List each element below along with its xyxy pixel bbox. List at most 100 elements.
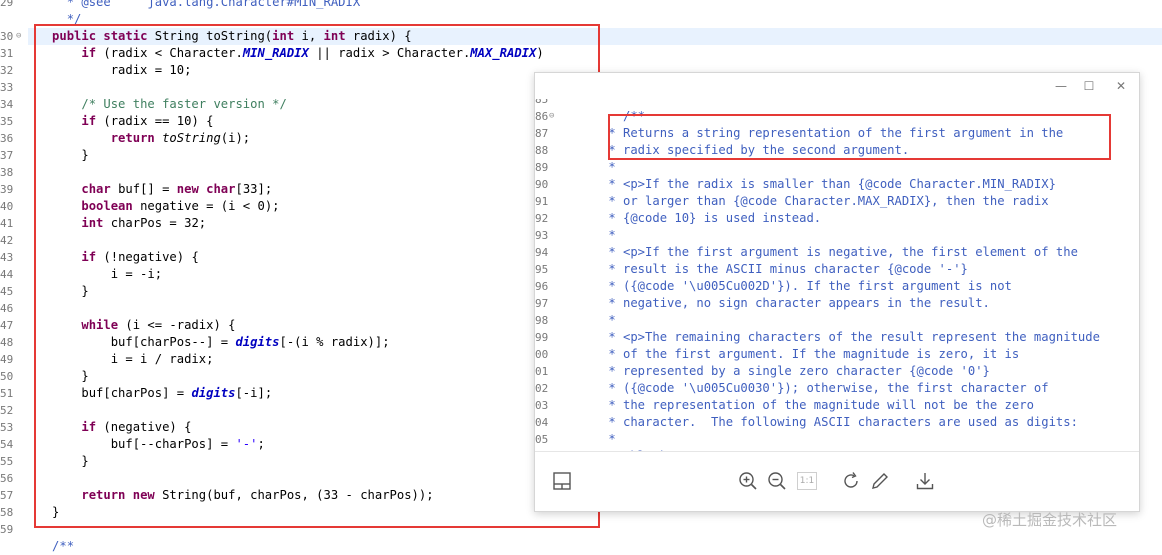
code-line: radix = 10; [30, 63, 192, 77]
edit-icon[interactable] [869, 470, 891, 492]
line-number: 30 [0, 30, 14, 43]
rotate-icon[interactable] [840, 470, 862, 492]
line-number: 34 [0, 98, 14, 111]
viewer-line-number: 85 [535, 99, 549, 106]
javadoc-line: * represented by a single zero character… [601, 364, 990, 378]
line-number: 56 [0, 472, 14, 485]
javadoc-line: * ({@code '\u005Cu0030'}); otherwise, th… [601, 381, 1049, 395]
viewer-fold-icon: ⊖ [549, 111, 555, 121]
line-number: 44 [0, 268, 14, 281]
line-number: 41 [0, 217, 14, 230]
code-line: /* Use the faster version */ [81, 97, 287, 111]
javadoc-line: * [601, 432, 616, 446]
viewer-line-number: 96 [535, 280, 549, 293]
code-line: return new String(buf, charPos, (33 - ch… [81, 488, 434, 502]
javadoc-line: * negative, no sign character appears in… [601, 296, 990, 310]
code-line: buf[charPos] = digits[-i]; [30, 386, 273, 400]
code-line: } [30, 505, 60, 519]
maximize-button[interactable]: ☐ [1079, 77, 1099, 95]
download-icon[interactable] [914, 470, 936, 492]
viewer-toolbar: 1:1 [535, 451, 1139, 511]
javadoc-line: * <p>If the radix is smaller than {@code… [601, 177, 1056, 191]
line-number: 40 [0, 200, 14, 213]
code-line: i = i / radix; [30, 352, 214, 366]
line-number: 37 [0, 149, 14, 162]
line-number: 47 [0, 319, 14, 332]
code-line: if (radix == 10) { [81, 114, 214, 128]
javadoc-line: * character. The following ASCII charact… [601, 415, 1078, 429]
code-line: } [30, 148, 89, 162]
code-line: buf[charPos--] = digits[-(i % radix)]; [30, 335, 390, 349]
viewer-line-number: 90 [535, 178, 549, 191]
viewer-line-number: 95 [535, 263, 549, 276]
viewer-line-number: 93 [535, 229, 549, 242]
code-line: buf[--charPos] = '-'; [30, 437, 265, 451]
line-number: 31 [0, 47, 14, 60]
line-number: 35 [0, 115, 14, 128]
javadoc-line: * <p>The remaining characters of the res… [601, 330, 1100, 344]
viewer-line-number: 03 [535, 399, 549, 412]
code-line: } [30, 369, 89, 383]
viewer-line-number: 00 [535, 348, 549, 361]
line-number: 32 [0, 64, 14, 77]
line-number: 48 [0, 336, 14, 349]
viewer-line-number: 94 [535, 246, 549, 259]
javadoc-line: * ({@code '\u005Cu002D'}). If the first … [601, 279, 1012, 293]
line-number: 57 [0, 489, 14, 502]
viewer-line-number: 87 [535, 127, 549, 140]
code-line: i = -i; [30, 267, 163, 281]
line-number: 38 [0, 166, 14, 179]
javadoc-line: * Returns a string representation of the… [601, 126, 1064, 140]
viewer-image-content: 85 86 ⊖ /** 87 * Returns a string represent… [535, 99, 1139, 451]
viewer-line-number: 92 [535, 212, 549, 225]
code-line: if (negative) { [81, 420, 192, 434]
line-number: 43 [0, 251, 14, 264]
code-line: boolean negative = (i < 0); [81, 199, 280, 213]
fold-toggle-icon[interactable]: ⊖ [16, 28, 21, 45]
viewer-line-number: 98 [535, 314, 549, 327]
code-line: return toString(i); [110, 131, 251, 145]
code-line: int charPos = 32; [81, 216, 207, 230]
code-line: if (radix < Character.MIN_RADIX || radix… [81, 46, 544, 60]
close-button[interactable]: ✕ [1111, 77, 1131, 95]
viewer-line-number: 02 [535, 382, 549, 395]
watermark: @稀土掘金技术社区 [982, 511, 1118, 529]
javadoc-line: * [601, 228, 616, 242]
line-number: 53 [0, 421, 14, 434]
minimize-button[interactable]: — [1051, 77, 1071, 95]
javadoc-line: * result is the ASCII minus character {@… [601, 262, 968, 276]
line-number [0, 11, 28, 28]
line-number: 36 [0, 132, 14, 145]
viewer-line-number: 99 [535, 331, 549, 344]
javadoc-line: * {@code 10} is used instead. [601, 211, 822, 225]
line-number: 51 [0, 387, 14, 400]
javadoc-line: * [601, 160, 616, 174]
code-line: if (!negative) { [81, 250, 199, 264]
code-line: while (i <= -radix) { [81, 318, 236, 332]
line-number: 59 [0, 523, 14, 536]
zoom-out-icon[interactable] [766, 470, 788, 492]
viewer-line-number: 88 [535, 144, 549, 157]
viewer-line-number: 91 [535, 195, 549, 208]
javadoc-line: /** [601, 109, 646, 123]
line-number-gutter: 29 30 ⊖ 31 32 33 34 35 36 37 38 39 40 41 42 43 44 45 46 47 4… [0, 0, 28, 547]
line-number: 29 [0, 0, 14, 9]
code-line: public static String toString(int i, int… [52, 29, 412, 43]
line-number: 42 [0, 234, 14, 247]
code-line: } [30, 454, 89, 468]
code-line: */ [66, 12, 82, 26]
line-number: 58 [0, 506, 14, 519]
viewer-line-number: 86 [535, 110, 549, 123]
line-number: 54 [0, 438, 14, 451]
actual-size-icon[interactable]: 1:1 [797, 472, 817, 490]
javadoc-line: * [601, 313, 616, 327]
layout-icon[interactable] [551, 470, 573, 492]
code-line: * @see java.lang.Character#MIN_RADIX [66, 0, 361, 9]
viewer-titlebar[interactable]: — ☐ ✕ [535, 73, 1139, 99]
javadoc-viewer-window[interactable]: — ☐ ✕ 85 86 ⊖ /** 87 * Returns a string rep… [534, 72, 1140, 512]
zoom-in-icon[interactable] [737, 470, 759, 492]
viewer-line-number: 01 [535, 365, 549, 378]
javadoc-line: * of the first argument. If the magnitud… [601, 347, 1020, 361]
viewer-line-number: 97 [535, 297, 549, 310]
line-number: 45 [0, 285, 14, 298]
